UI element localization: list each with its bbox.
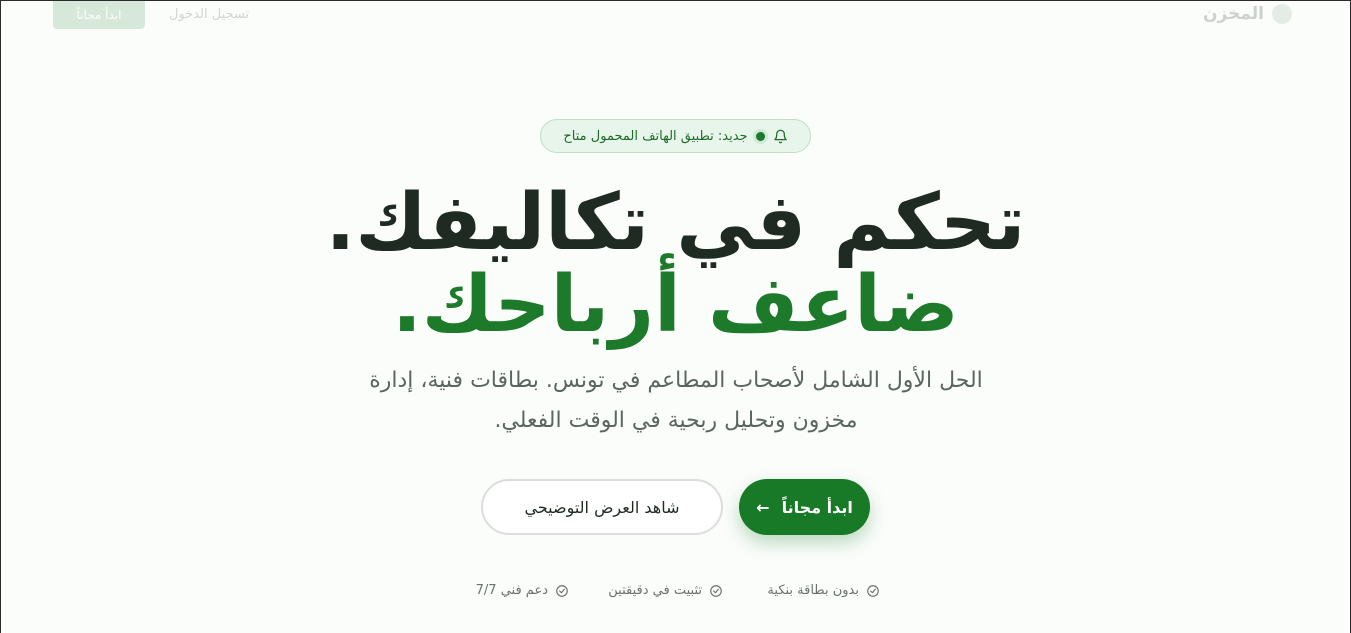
feature-item: بدون بطاقة بنكية [767,583,880,598]
login-link[interactable]: تسجيل الدخول [169,7,249,22]
hero-subtitle: الحل الأول الشامل لأصحاب المطاعم في تونس… [369,368,983,433]
site-header: المخزن تسجيل الدخول ابدأ مجاناً [1,1,1350,31]
header-cta-button[interactable]: ابدأ مجاناً [53,1,145,29]
start-free-button[interactable]: ابدأ مجاناً ← [739,479,870,535]
watch-demo-label: شاهد العرض التوضيحي [524,497,680,517]
badge-text: جديد: تطبيق الهاتف المحمول متاح [563,128,748,144]
brand-name: المخزن [1203,4,1264,24]
feature-label: بدون بطاقة بنكية [767,583,859,598]
feature-label: دعم فني 7/7 [475,583,548,598]
check-circle-icon [710,584,722,597]
announcement-badge[interactable]: جديد: تطبيق الهاتف المحمول متاح [540,119,811,153]
check-circle-icon [867,584,879,597]
landing-page: المخزن تسجيل الدخول ابدأ مجاناً جديد: تط… [0,0,1351,633]
arrow-left-icon: ← [756,497,770,517]
hero-headline-line2: ضاعف أرباحك. [392,260,960,350]
bell-icon [773,129,787,143]
feature-item: دعم فني 7/7 [476,583,569,598]
hero-headline-line1: تحكم في تكاليفك. [325,178,1027,268]
feature-item: تثبيت في دقيقتين [608,583,723,598]
logo-icon [1272,4,1292,24]
watch-demo-button[interactable]: شاهد العرض التوضيحي [481,479,723,535]
check-circle-icon [556,584,568,597]
start-free-label: ابدأ مجاناً [781,497,853,517]
status-dot [755,131,765,141]
brand[interactable]: المخزن [1203,4,1292,24]
feature-label: تثبيت في دقيقتين [608,583,702,598]
feature-list: بدون بطاقة بنكية تثبيت في دقيقتين دعم فن… [1,583,1350,603]
